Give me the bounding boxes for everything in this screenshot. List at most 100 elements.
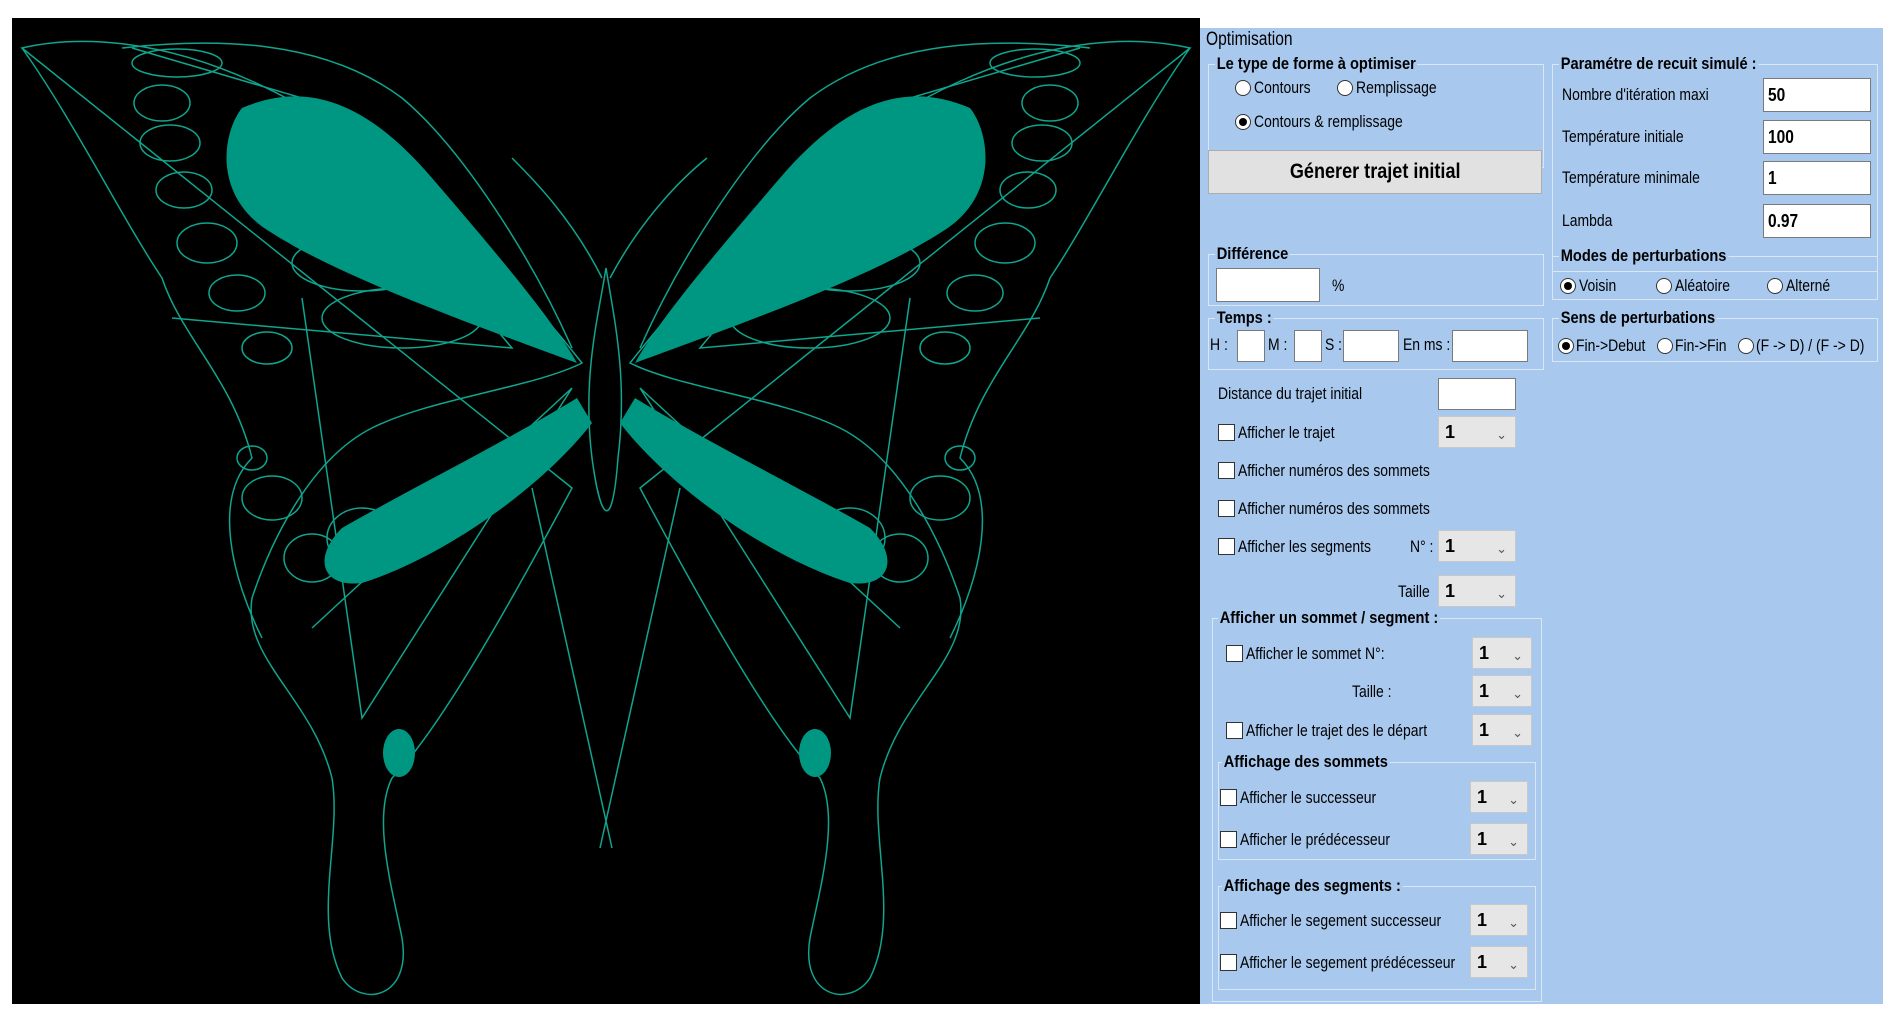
left-upper-fill (226, 96, 577, 363)
max-iterations-input[interactable]: 50 (1763, 78, 1871, 112)
chevron-down-icon: ⌄ (1496, 427, 1507, 442)
show-vertex-checkbox[interactable] (1226, 645, 1243, 662)
left-wing-cell (176, 222, 238, 264)
milliseconds-input[interactable] (1452, 330, 1528, 362)
radio-remplissage-label: Remplissage (1356, 78, 1437, 97)
right-wing-cell (919, 331, 971, 365)
vertex-display-title: Affichage des sommets (1222, 752, 1390, 772)
segment-size-label: Taille (1398, 582, 1430, 601)
radio-fin-fin[interactable] (1657, 338, 1673, 354)
seconds-input[interactable] (1343, 330, 1399, 362)
radio-contours-label: Contours (1254, 78, 1311, 97)
right-wing-cell (909, 475, 971, 521)
radio-fin-debut[interactable] (1558, 338, 1574, 354)
initial-temperature-input[interactable]: 100 (1763, 120, 1871, 154)
left-tail-spot (383, 729, 415, 777)
show-vertex-label: Afficher le sommet N°: (1246, 644, 1385, 663)
right-wing-cell (974, 222, 1036, 264)
chevron-down-icon: ⌄ (1496, 586, 1507, 601)
min-temperature-input[interactable]: 1 (1763, 161, 1871, 195)
perturbation-modes-title: Modes de perturbations (1559, 246, 1729, 266)
right-lower-fill (620, 398, 888, 584)
show-vertex-select[interactable]: 1 ⌄ (1472, 637, 1532, 669)
hours-input[interactable] (1237, 330, 1265, 362)
left-wing-cell (208, 274, 266, 312)
vertex-segment-title: Afficher un sommet / segment : (1218, 608, 1440, 628)
show-path-from-start-checkbox[interactable] (1226, 722, 1243, 739)
left-lower-fill (324, 398, 592, 584)
show-vertex-numbers-checkbox-2[interactable] (1218, 500, 1235, 517)
show-segment-predecessor-checkbox[interactable] (1220, 954, 1237, 971)
vertex-size-select[interactable]: 1 ⌄ (1472, 675, 1532, 707)
difference-unit: % (1332, 276, 1345, 295)
lambda-label: Lambda (1562, 211, 1613, 230)
right-upper-fill (635, 96, 986, 363)
milliseconds-label: En ms : (1403, 335, 1451, 354)
right-wing-cell (1021, 84, 1079, 122)
drawing-canvas[interactable] (12, 18, 1200, 1004)
minutes-input[interactable] (1294, 330, 1322, 362)
left-wing-cell (241, 475, 303, 521)
radio-contours[interactable] (1235, 80, 1251, 96)
show-path-from-start-select[interactable]: 1 ⌄ (1472, 714, 1532, 746)
chevron-down-icon: ⌄ (1508, 915, 1519, 930)
radio-alterne-label: Alterné (1786, 276, 1831, 295)
initial-distance-output (1438, 378, 1516, 410)
chevron-down-icon: ⌄ (1508, 834, 1519, 849)
initial-temperature-label: Température initiale (1562, 127, 1684, 146)
temps-title: Temps : (1215, 308, 1274, 328)
radio-alterne[interactable] (1767, 278, 1783, 294)
show-segment-predecessor-select[interactable]: 1 ⌄ (1470, 946, 1528, 978)
left-wing-cell (139, 124, 201, 162)
shape-type-title: Le type de forme à optimiser (1215, 54, 1418, 74)
radio-contours-remplissage[interactable] (1235, 114, 1251, 130)
show-segment-successor-checkbox[interactable] (1220, 912, 1237, 929)
generate-initial-path-button[interactable]: Génerer trajet initial (1208, 150, 1542, 194)
recuit-title: Paramétre de recuit simulé : (1559, 54, 1759, 74)
minutes-label: M : (1268, 335, 1288, 354)
chevron-down-icon: ⌄ (1508, 792, 1519, 807)
difference-title: Différence (1215, 244, 1290, 264)
left-wing-cell (241, 331, 293, 365)
radio-contours-remplissage-label: Contours & remplissage (1254, 112, 1403, 131)
right-wing-cell (1011, 124, 1073, 162)
radio-remplissage[interactable] (1337, 80, 1353, 96)
radio-fd-fd-label: (F -> D) / (F -> D) (1756, 336, 1865, 355)
show-successor-label: Afficher le successeur (1240, 788, 1377, 807)
show-path-select[interactable]: 1 ⌄ (1438, 416, 1516, 448)
panel-title: Optimisation (1206, 29, 1293, 50)
difference-input[interactable] (1216, 268, 1320, 302)
seconds-label: S : (1325, 335, 1343, 354)
initial-distance-label: Distance du trajet initial (1218, 384, 1363, 403)
show-segment-successor-select[interactable]: 1 ⌄ (1470, 904, 1528, 936)
chevron-down-icon: ⌄ (1512, 725, 1523, 740)
radio-voisin[interactable] (1560, 278, 1576, 294)
chevron-down-icon: ⌄ (1512, 648, 1523, 663)
show-successor-select[interactable]: 1 ⌄ (1470, 781, 1528, 813)
show-predecessor-checkbox[interactable] (1220, 831, 1237, 848)
hours-label: H : (1210, 335, 1228, 354)
show-path-from-start-label: Afficher le trajet des le départ (1246, 721, 1428, 740)
right-tail-spot (799, 729, 831, 777)
show-predecessor-select[interactable]: 1 ⌄ (1470, 823, 1528, 855)
show-vertex-numbers-checkbox-1[interactable] (1218, 462, 1235, 479)
show-segments-checkbox[interactable] (1218, 538, 1235, 555)
segment-size-select[interactable]: 1 ⌄ (1438, 575, 1516, 607)
show-vertex-numbers-label-2: Afficher numéros des sommets (1238, 499, 1430, 518)
show-predecessor-label: Afficher le prédécesseur (1240, 830, 1391, 849)
segment-display-title: Affichage des segments : (1222, 876, 1403, 896)
radio-fd-fd[interactable] (1738, 338, 1754, 354)
show-path-checkbox[interactable] (1218, 424, 1235, 441)
vertex-size-label: Taille : (1352, 682, 1392, 701)
right-wing-cell (989, 48, 1081, 78)
radio-aleatoire[interactable] (1656, 278, 1672, 294)
chevron-down-icon: ⌄ (1508, 957, 1519, 972)
lambda-input[interactable]: 0.97 (1763, 204, 1871, 238)
segment-number-select[interactable]: 1 ⌄ (1438, 530, 1516, 562)
butterfly-body (588, 267, 623, 512)
max-iterations-label: Nombre d'itération maxi (1562, 85, 1709, 104)
show-path-label: Afficher le trajet (1238, 423, 1335, 442)
chevron-down-icon: ⌄ (1496, 541, 1507, 556)
show-successor-checkbox[interactable] (1220, 789, 1237, 806)
show-vertex-numbers-label-1: Afficher numéros des sommets (1238, 461, 1430, 480)
